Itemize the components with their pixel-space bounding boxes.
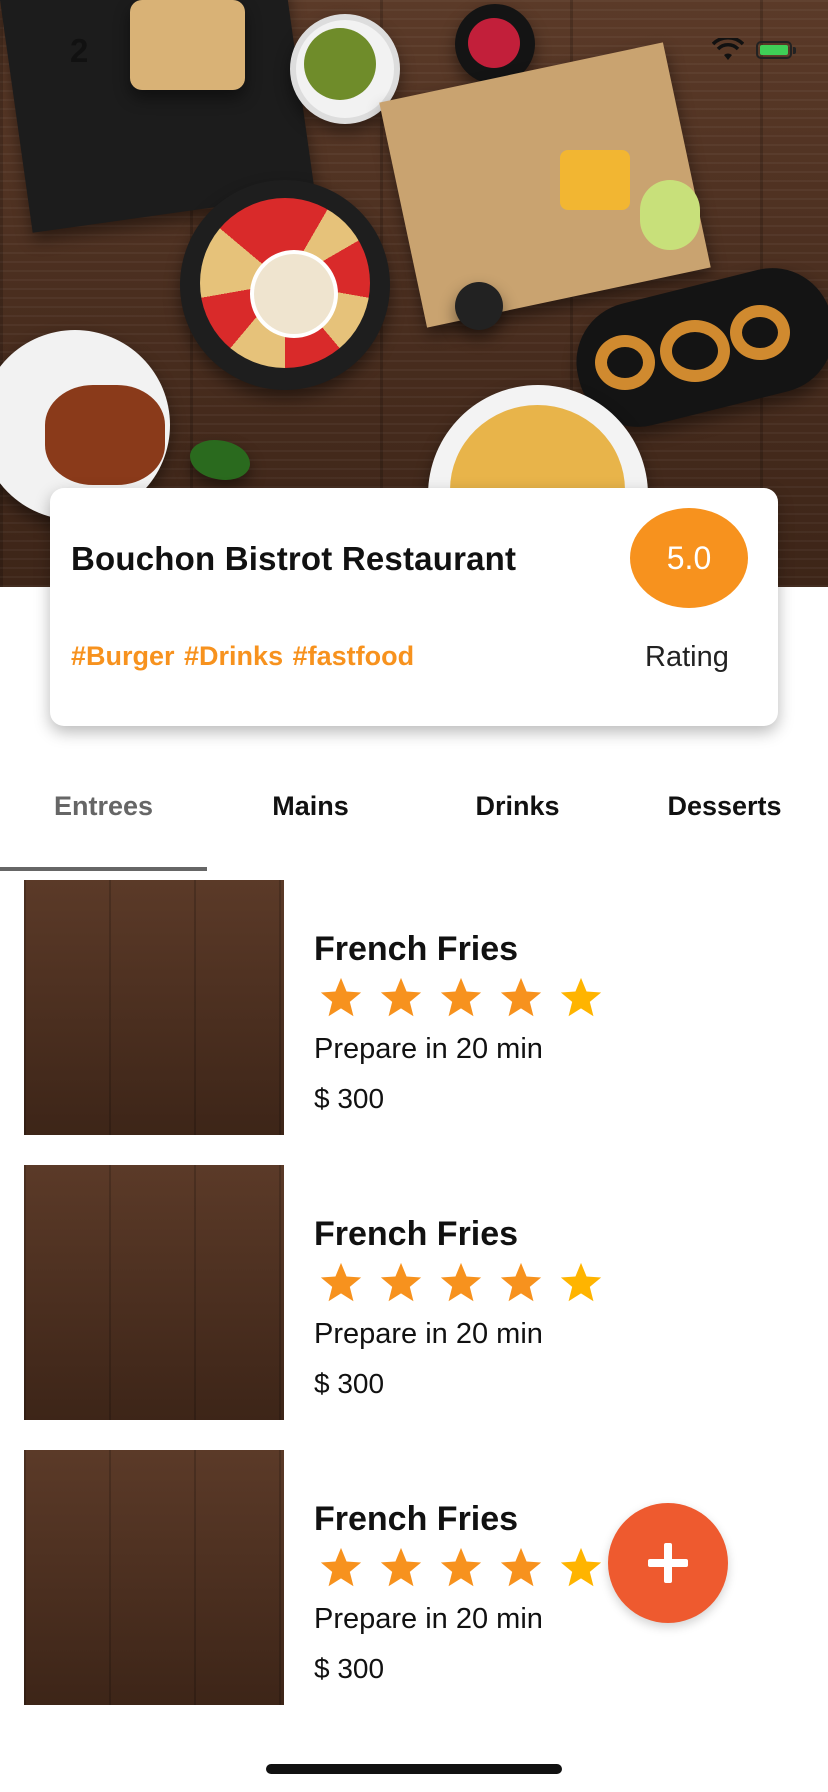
- star-icon: [320, 977, 362, 1017]
- category-tabs: Entrees Mains Drinks Desserts: [0, 770, 828, 871]
- tab-entrees[interactable]: Entrees: [0, 770, 207, 842]
- star-icon: [560, 977, 602, 1017]
- status-icons: [712, 38, 796, 62]
- active-tab-indicator: [0, 867, 207, 871]
- item-prep-time: Prepare in 20 min: [314, 1318, 543, 1350]
- star-icon: [500, 1547, 542, 1587]
- star-icon: [380, 977, 422, 1017]
- decor-pita-plate: [130, 0, 245, 90]
- star-icon: [320, 1547, 362, 1587]
- star-icon: [440, 1547, 482, 1587]
- decor-peppers: [190, 440, 250, 480]
- decor-olives: [455, 282, 503, 330]
- home-indicator: [266, 1764, 562, 1774]
- decor-wings: [45, 385, 165, 485]
- star-icon: [380, 1262, 422, 1302]
- item-title: French Fries: [314, 1500, 519, 1538]
- restaurant-tags: #Burger #Drinks #fastfood: [71, 641, 415, 671]
- plus-icon: [648, 1543, 688, 1583]
- item-title: French Fries: [314, 1215, 519, 1253]
- star-icon: [500, 1262, 542, 1302]
- restaurant-name: Bouchon Bistrot Restaurant: [71, 540, 517, 577]
- star-icon: [440, 1262, 482, 1302]
- star-icon: [560, 1547, 602, 1587]
- star-icon: [500, 977, 542, 1017]
- add-item-button[interactable]: [608, 1503, 728, 1623]
- item-rating-stars: [318, 975, 604, 1021]
- decor-onion-ring-3: [730, 305, 790, 360]
- decor-edamame: [304, 28, 376, 100]
- item-price: $ 300: [314, 1368, 385, 1399]
- list-item[interactable]: French Fries Prepare in 20 min $ 300: [0, 1165, 828, 1450]
- item-price: $ 300: [314, 1653, 385, 1684]
- rating-badge: 5.0: [630, 508, 748, 608]
- star-icon: [440, 977, 482, 1017]
- decor-onion-ring-2: [660, 320, 730, 382]
- decor-dip-bowl: [250, 250, 338, 338]
- item-rating-stars: [318, 1545, 604, 1591]
- status-time: 2: [70, 32, 89, 69]
- star-icon: [560, 1262, 602, 1302]
- decor-cheese: [560, 150, 630, 210]
- item-rating-stars: [318, 1260, 604, 1306]
- decor-berries: [468, 18, 520, 68]
- wifi-icon: [712, 38, 744, 60]
- restaurant-info-card: Bouchon Bistrot Restaurant 5.0 #Burger #…: [50, 488, 778, 726]
- tab-desserts[interactable]: Desserts: [621, 770, 828, 842]
- rating-label: Rating: [645, 641, 729, 673]
- item-prep-time: Prepare in 20 min: [314, 1603, 543, 1635]
- star-icon: [320, 1262, 362, 1302]
- star-icon: [380, 1547, 422, 1587]
- item-title: French Fries: [314, 930, 519, 968]
- list-item[interactable]: French Fries Prepare in 20 min $ 300: [0, 880, 828, 1165]
- item-thumbnail: [24, 1165, 284, 1420]
- item-thumbnail: [24, 880, 284, 1135]
- item-price: $ 300: [314, 1083, 385, 1114]
- item-prep-time: Prepare in 20 min: [314, 1033, 543, 1065]
- tab-mains[interactable]: Mains: [207, 770, 414, 842]
- tab-drinks[interactable]: Drinks: [414, 770, 621, 842]
- decor-apple-slices: [640, 180, 700, 250]
- decor-onion-ring-1: [595, 335, 655, 390]
- item-thumbnail: [24, 1450, 284, 1705]
- battery-icon: [756, 41, 796, 59]
